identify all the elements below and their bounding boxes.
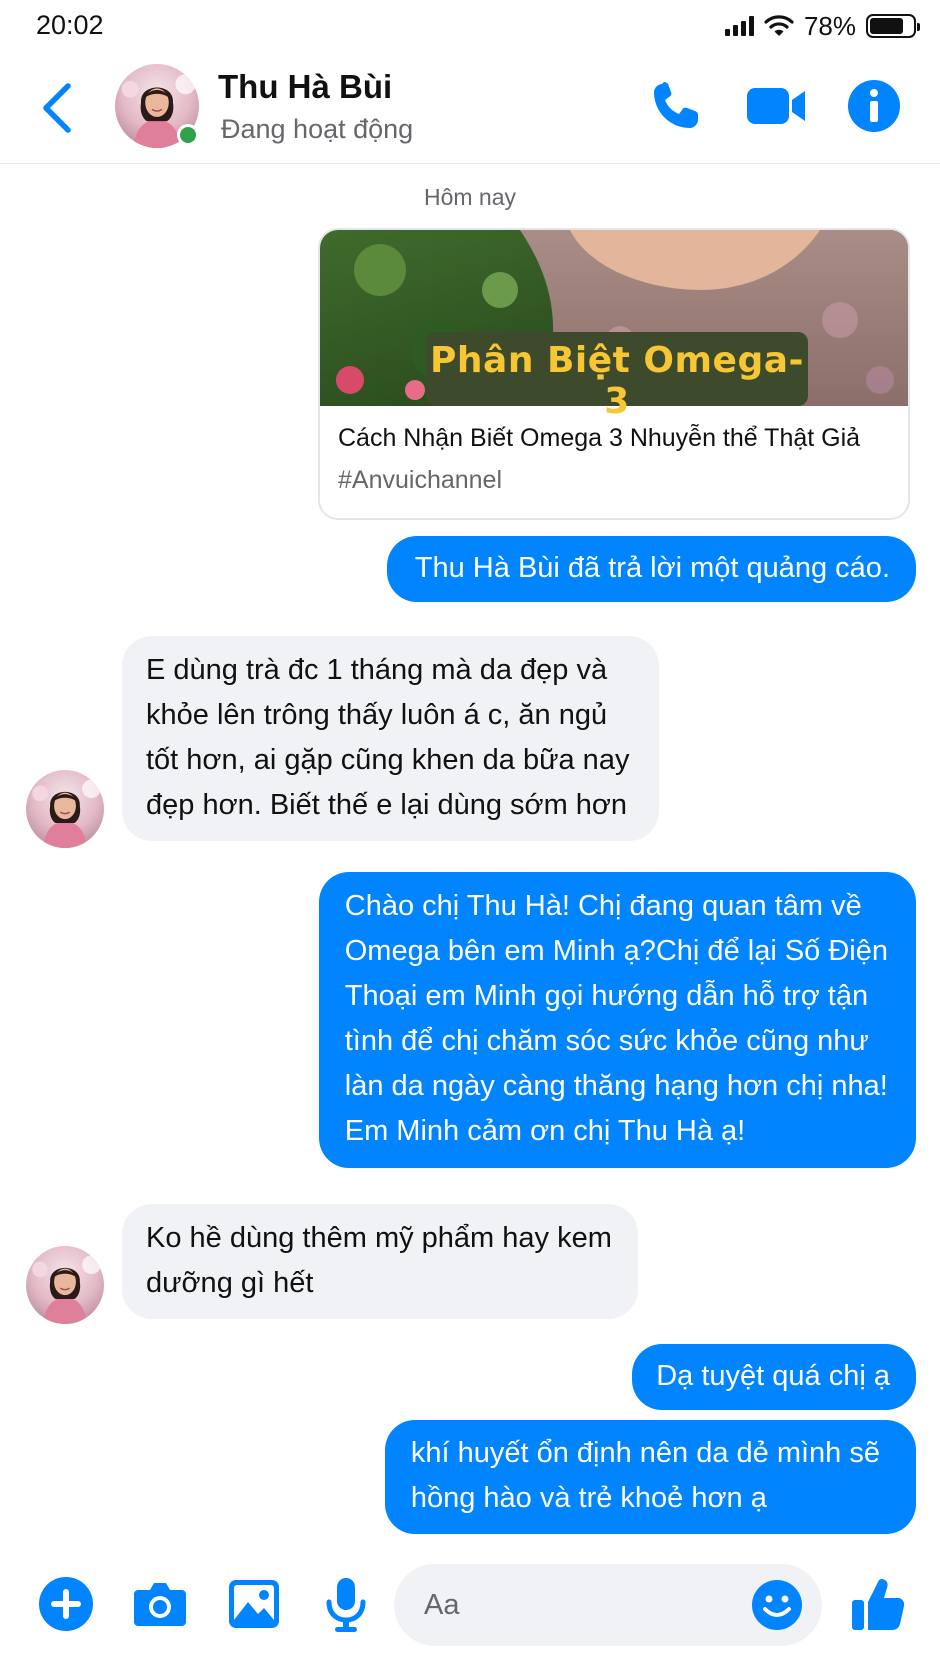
avatar-image: [26, 1246, 104, 1324]
contact-active-status: Đang hoạt động: [221, 114, 414, 144]
contact-avatar-small[interactable]: [26, 770, 104, 848]
cellular-signal-icon: [724, 16, 754, 36]
ad-image-caption: Phân Biệt Omega-3: [430, 340, 804, 422]
message-text: tốt hơn, ai gặp cũng khen da bữa nay: [146, 744, 630, 776]
contact-avatar[interactable]: [115, 64, 199, 148]
ad-title: Cách Nhận Biết Omega 3 Nhuyễn thể Thật G…: [338, 424, 861, 452]
back-icon[interactable]: [36, 80, 80, 136]
contact-avatar-small[interactable]: [26, 1246, 104, 1324]
status-indicators: 78%: [724, 10, 920, 42]
message-text: làn da ngày càng thăng hạng hơn chị nha!: [344, 1070, 888, 1102]
message-composer: [0, 1560, 940, 1650]
emoji-icon[interactable]: [750, 1578, 804, 1632]
date-separator: Hôm nay: [423, 184, 517, 210]
message-text: dưỡng gì hết: [146, 1267, 314, 1299]
status-time: 20:02: [36, 10, 104, 40]
message-text: Omega bên em Minh ạ?Chị để lại Số Điện: [344, 935, 888, 967]
message-text: khỏe lên trông thấy luôn á c, ăn ngủ: [146, 699, 608, 731]
outgoing-message-bubble[interactable]: Dạ tuyệt quá chị ạ: [632, 1344, 916, 1410]
ad-reply-card[interactable]: Phân Biệt Omega-3 Cách Nhận Biết Omega 3…: [318, 228, 910, 520]
ad-hashtag: #Anvuichannel: [338, 466, 503, 494]
status-bar: 20:02 78%: [0, 0, 940, 52]
like-icon[interactable]: [848, 1574, 908, 1634]
message-text: Dạ tuyệt quá chị ạ: [656, 1360, 890, 1392]
message-text: Chào chị Thu Hà! Chị đang quan tâm về: [344, 890, 862, 922]
contact-name[interactable]: Thu Hà Bùi: [218, 68, 392, 106]
message-text: đẹp hơn. Biết thế e lại dùng sớm hơn: [146, 789, 628, 821]
info-icon[interactable]: [846, 78, 902, 134]
outgoing-message-bubble[interactable]: Chào chị Thu Hà! Chị đang quan tâm về Om…: [318, 872, 916, 1168]
camera-icon[interactable]: [130, 1574, 190, 1634]
incoming-message-bubble[interactable]: E dùng trà đc 1 tháng mà da đẹp và khỏe …: [122, 636, 660, 841]
conversation-header: Thu Hà Bùi Đang hoạt động: [0, 52, 940, 164]
phone-icon[interactable]: [648, 78, 704, 134]
message-text: Thu Hà Bùi đã trả lời một quảng cáo.: [414, 552, 890, 584]
incoming-message-bubble[interactable]: Ko hề dùng thêm mỹ phẩm hay kem dưỡng gì…: [122, 1204, 638, 1319]
message-text: Em Minh cảm ơn chị Thu Hà ạ!: [344, 1115, 746, 1147]
outgoing-message-bubble[interactable]: Thu Hà Bùi đã trả lời một quảng cáo.: [386, 536, 916, 602]
message-text: khí huyết ổn định nên da dẻ mình sẽ: [410, 1437, 880, 1469]
wifi-icon: [764, 15, 794, 36]
image-icon[interactable]: [224, 1574, 284, 1634]
battery-percentage: 78%: [803, 10, 856, 41]
message-text: E dùng trà đc 1 tháng mà da đẹp và: [146, 654, 608, 686]
microphone-icon[interactable]: [316, 1574, 376, 1634]
add-icon[interactable]: [36, 1574, 96, 1634]
message-text: tình để chị chăm sóc sức khỏe cũng như: [344, 1025, 869, 1057]
video-camera-icon[interactable]: [744, 78, 808, 134]
online-status-dot: [177, 124, 199, 146]
battery-icon: [866, 14, 920, 38]
outgoing-message-bubble[interactable]: khí huyết ổn định nên da dẻ mình sẽ hồng…: [384, 1420, 916, 1534]
message-text: Ko hề dùng thêm mỹ phẩm hay kem: [146, 1222, 612, 1254]
message-text: Thoại em Minh gọi hướng dẫn hỗ trợ tận: [344, 980, 869, 1012]
message-text: hồng hào và trẻ khoẻ hơn ạ: [410, 1482, 767, 1514]
avatar-image: [26, 770, 104, 848]
